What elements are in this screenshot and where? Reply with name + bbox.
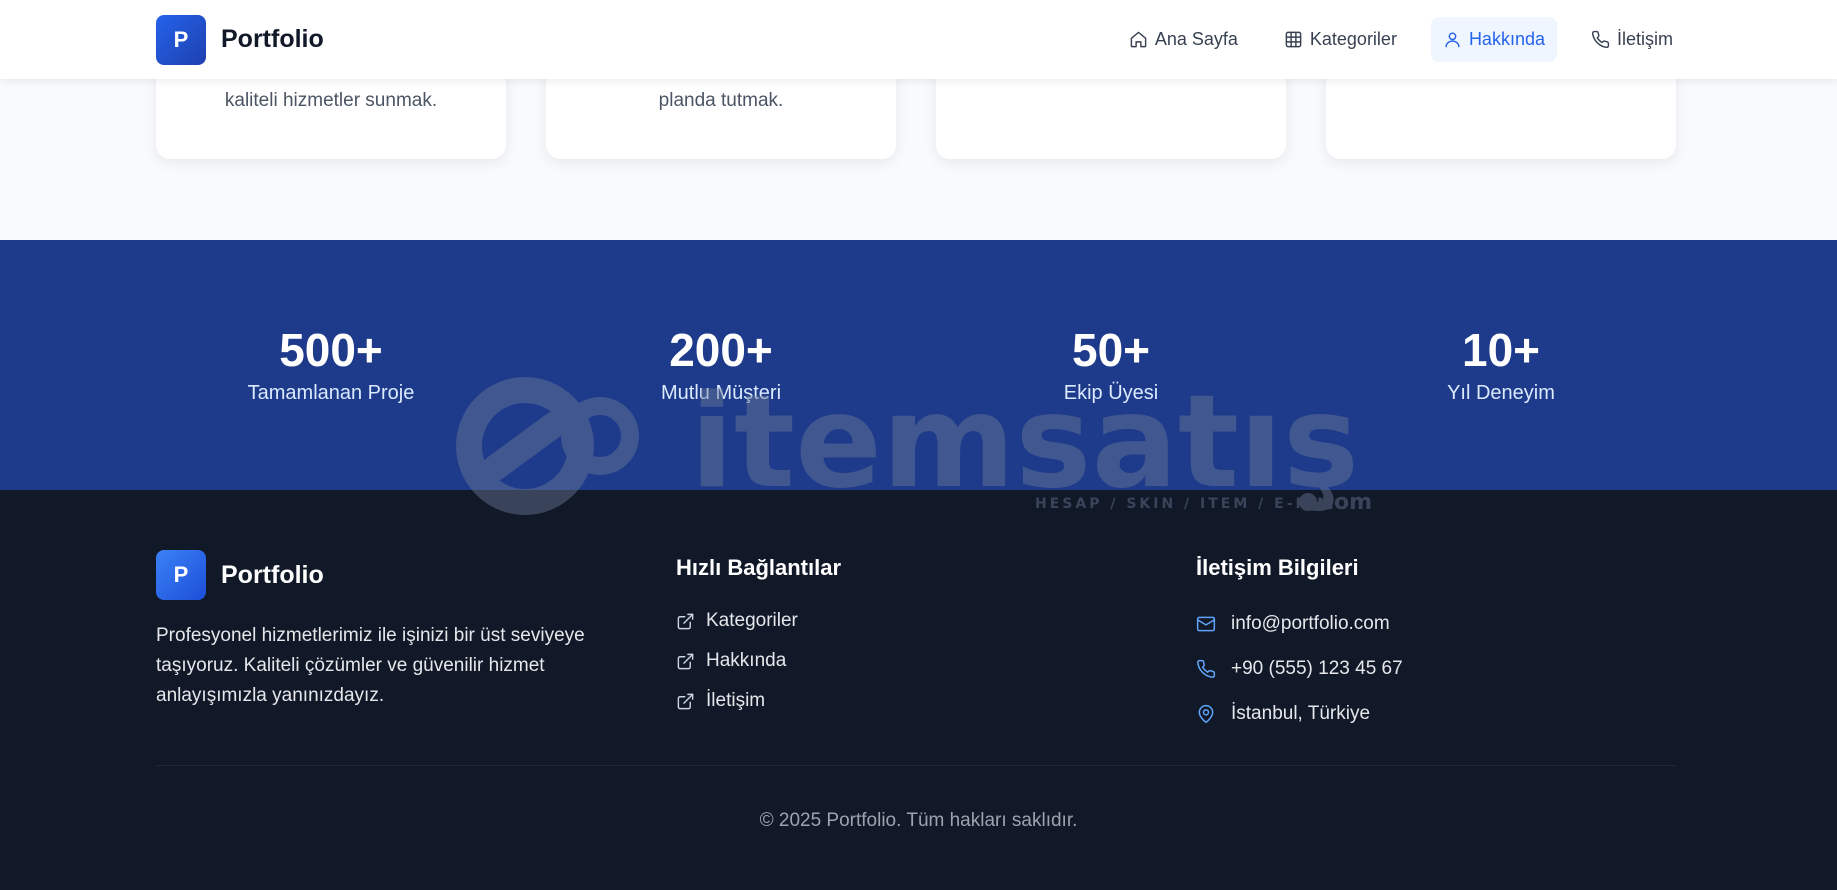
main-nav: Ana Sayfa Kategoriler Hakkında İletişim xyxy=(1117,17,1685,62)
contact-location-text: İstanbul, Türkiye xyxy=(1231,702,1371,724)
stat-number: 200+ xyxy=(669,324,773,376)
stat-number: 500+ xyxy=(279,324,383,376)
stat-number: 10+ xyxy=(1461,324,1541,376)
contact-phone-text: +90 (555) 123 45 67 xyxy=(1231,657,1403,679)
nav-item-label: İletişim xyxy=(1616,29,1673,49)
brand-link[interactable]: P Portfolio xyxy=(156,14,324,65)
brand-name: Portfolio xyxy=(221,25,324,53)
site-footer: P Portfolio Profesyonel hizmetlerimiz il… xyxy=(0,490,1837,890)
nav-item-label: Kategoriler xyxy=(1309,29,1397,49)
nav-item-home[interactable]: Ana Sayfa xyxy=(1117,17,1250,62)
site-header: P Portfolio Ana Sayfa Kategoriler Hakkın… xyxy=(0,0,1837,79)
footer-logo-badge: P xyxy=(156,550,206,600)
value-card-text: kaliteli hizmetler sunmak. xyxy=(224,90,438,111)
footer-link-contact[interactable]: İletişim xyxy=(676,681,1096,721)
stat-label: Yıl Deneyim xyxy=(1447,382,1555,404)
contact-location: İstanbul, Türkiye xyxy=(1196,691,1616,736)
external-link-icon xyxy=(677,693,694,709)
footer-brand-name: Portfolio xyxy=(221,560,324,589)
footer-link-categories[interactable]: Kategoriler xyxy=(676,601,1096,641)
stat-number: 50+ xyxy=(1071,324,1151,376)
quick-links-title: Hızlı Bağlantılar xyxy=(676,555,842,580)
footer-quick-links: Hızlı Bağlantılar Kategoriler Hakkında İ… xyxy=(676,490,1096,721)
footer-link-label: Kategoriler xyxy=(706,610,798,631)
mail-icon xyxy=(1196,616,1216,631)
external-link-icon xyxy=(677,653,694,669)
contact-email[interactable]: info@portfolio.com xyxy=(1196,601,1616,646)
nav-item-contact[interactable]: İletişim xyxy=(1579,17,1685,62)
copyright-text: © 2025 Portfolio. Tüm hakları saklıdır. xyxy=(759,810,1078,831)
grid-icon xyxy=(1285,31,1302,48)
stat-item: 200+ Mutlu Müşteri xyxy=(546,324,896,405)
footer-link-label: Hakkında xyxy=(706,650,787,671)
contact-phone[interactable]: +90 (555) 123 45 67 xyxy=(1196,646,1616,691)
nav-item-label: Ana Sayfa xyxy=(1154,29,1238,49)
map-pin-icon xyxy=(1198,704,1214,723)
footer-description: Profesyonel hizmetlerimiz ile işinizi bi… xyxy=(156,625,585,706)
footer-brand[interactable]: P Portfolio xyxy=(156,550,616,600)
stat-label: Mutlu Müşteri xyxy=(660,382,782,404)
user-icon xyxy=(1445,32,1460,48)
footer-contact-info: İletişim Bilgileri info@portfolio.com +9… xyxy=(1196,490,1616,736)
stat-item: 50+ Ekip Üyesi xyxy=(936,324,1286,405)
footer-link-label: İletişim xyxy=(706,690,766,711)
stats-section: 500+ Tamamlanan Proje 200+ Mutlu Müşteri… xyxy=(0,240,1837,490)
stat-item: 10+ Yıl Deneyim xyxy=(1326,324,1676,405)
contact-email-text: info@portfolio.com xyxy=(1231,612,1390,634)
nav-item-label: Hakkında xyxy=(1468,29,1545,49)
footer-about: P Portfolio Profesyonel hizmetlerimiz il… xyxy=(156,490,616,711)
stat-label: Tamamlanan Proje xyxy=(247,382,415,404)
phone-icon xyxy=(1591,30,1610,49)
contact-info-title: İletişim Bilgileri xyxy=(1196,555,1359,580)
footer-link-about[interactable]: Hakkında xyxy=(676,641,1096,681)
value-card-text: planda tutmak. xyxy=(658,90,784,111)
home-icon xyxy=(1130,31,1147,48)
logo-badge: P xyxy=(156,14,206,65)
phone-icon xyxy=(1197,659,1216,678)
footer-divider xyxy=(156,765,1676,766)
nav-item-about[interactable]: Hakkında xyxy=(1430,17,1557,62)
external-link-icon xyxy=(677,613,694,629)
stat-label: Ekip Üyesi xyxy=(1063,382,1159,404)
nav-item-categories[interactable]: Kategoriler xyxy=(1272,17,1409,62)
stat-item: 500+ Tamamlanan Proje xyxy=(156,324,506,405)
